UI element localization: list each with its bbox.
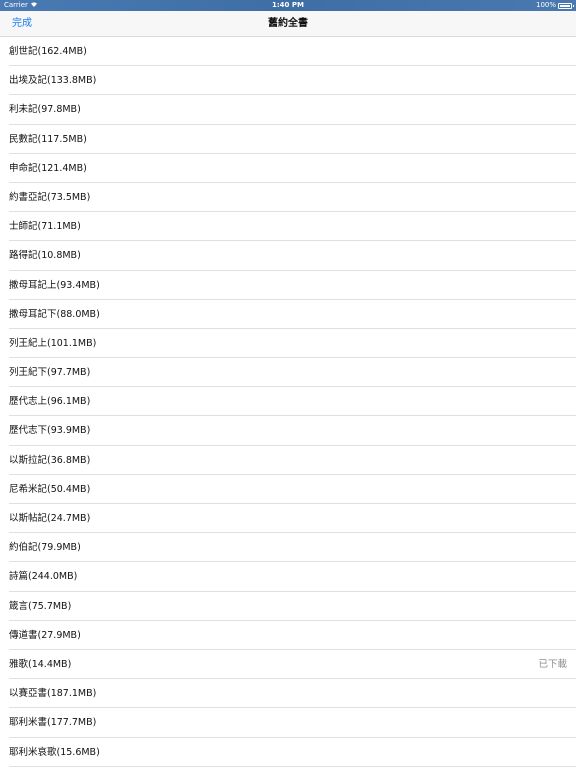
list-item[interactable]: 利未記(97.8MB) (0, 95, 576, 125)
list-item[interactable]: 士師記(71.1MB) (0, 212, 576, 242)
battery-percent: 100% (535, 1, 556, 9)
list-item[interactable]: 約伯記(79.9MB) (0, 533, 576, 563)
list-item[interactable]: 以斯帖記(24.7MB) (0, 504, 576, 534)
list-item[interactable]: 歷代志下(93.9MB) (0, 416, 576, 446)
list-item-label: 耶利米書(177.7MB) (9, 717, 97, 729)
list-item-label: 約伯記(79.9MB) (9, 542, 81, 554)
list-item-label: 撒母耳記上(93.4MB) (9, 279, 100, 291)
book-list: 創世記(162.4MB) 出埃及記(133.8MB) 利未記(97.8MB) 民… (0, 37, 576, 767)
list-item[interactable]: 雅歌(14.4MB) 已下載 (0, 650, 576, 680)
list-item[interactable]: 尼希米記(50.4MB) (0, 475, 576, 505)
list-item-label: 歷代志下(93.9MB) (9, 425, 91, 437)
list-item-label: 民數記(117.5MB) (9, 133, 87, 145)
list-item[interactable]: 民數記(117.5MB) (0, 125, 576, 154)
list-item[interactable]: 傳道書(27.9MB) (0, 621, 576, 651)
list-item-label: 歷代志上(96.1MB) (9, 396, 91, 408)
list-item-label: 撒母耳記下(88.0MB) (9, 308, 100, 320)
list-item[interactable]: 歷代志上(96.1MB) (0, 387, 576, 417)
list-item[interactable]: 申命記(121.4MB) (0, 154, 576, 184)
list-item-label: 約書亞記(73.5MB) (9, 191, 91, 203)
battery-icon (558, 2, 574, 9)
battery-fill (560, 4, 570, 7)
list-item-label: 利未記(97.8MB) (9, 104, 81, 116)
battery-info: 100% (535, 0, 574, 11)
list-item-label: 傳道書(27.9MB) (9, 629, 81, 641)
list-item[interactable]: 以斯拉記(36.8MB) (0, 446, 576, 476)
list-item-label: 列王紀下(97.7MB) (9, 367, 91, 379)
page-title: 舊約全書 (268, 18, 308, 29)
list-item[interactable]: 以賽亞書(187.1MB) (0, 679, 576, 709)
list-item-label: 以賽亞書(187.1MB) (9, 688, 97, 700)
list-item-label: 士師記(71.1MB) (9, 221, 81, 233)
list-item[interactable]: 箴言(75.7MB) (0, 592, 576, 621)
list-item-label: 詩篇(244.0MB) (9, 571, 78, 583)
list-item[interactable]: 出埃及記(133.8MB) (0, 66, 576, 96)
list-item-label: 耶利米哀歌(15.6MB) (9, 746, 100, 758)
download-status: 已下載 (538, 658, 567, 670)
list-item[interactable]: 列王紀上(101.1MB) (0, 329, 576, 359)
list-item[interactable]: 列王紀下(97.7MB) (0, 358, 576, 388)
list-item-label: 列王紀上(101.1MB) (9, 337, 97, 349)
list-item[interactable]: 路得記(10.8MB) (0, 241, 576, 271)
status-bar: Carrier 1:40 PM 100% (0, 0, 576, 11)
list-item[interactable]: 耶利米書(177.7MB) (0, 708, 576, 738)
list-item-label: 以斯拉記(36.8MB) (9, 454, 91, 466)
list-item-label: 以斯帖記(24.7MB) (9, 513, 91, 524)
list-item-label: 雅歌(14.4MB) (9, 658, 72, 670)
list-item-label: 路得記(10.8MB) (9, 250, 81, 262)
list-item-label: 箴言(75.7MB) (9, 600, 72, 612)
list-item[interactable]: 創世記(162.4MB) (0, 37, 576, 67)
list-item-label: 創世記(162.4MB) (9, 46, 87, 57)
list-item[interactable]: 詩篇(244.0MB) (0, 562, 576, 592)
list-item-label: 申命記(121.4MB) (9, 162, 87, 174)
navigation-bar: 完成 舊約全書 (0, 11, 576, 37)
list-item[interactable]: 撒母耳記上(93.4MB) (0, 271, 576, 300)
list-item-label: 出埃及記(133.8MB) (9, 75, 97, 87)
status-time: 1:40 PM (272, 1, 304, 9)
list-item[interactable]: 耶利米哀歌(15.6MB) (0, 738, 576, 767)
list-item[interactable]: 撒母耳記下(88.0MB) (0, 300, 576, 330)
list-item[interactable]: 約書亞記(73.5MB) (0, 183, 576, 213)
list-item-label: 尼希米記(50.4MB) (9, 483, 91, 495)
